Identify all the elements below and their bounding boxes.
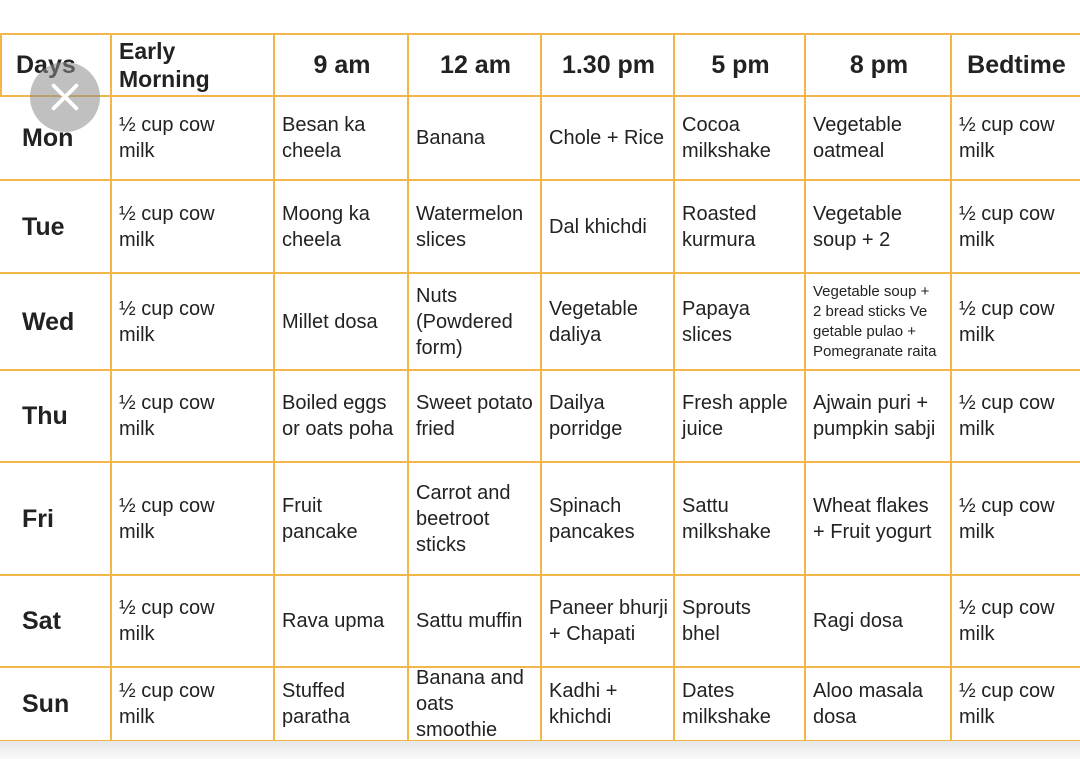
table-cell: Aloo masala dosa [813, 680, 924, 728]
table-cell: Moong ka cheela [282, 202, 370, 251]
column-divider [110, 34, 112, 741]
table-cell: ½ cup cow milk [119, 392, 215, 440]
table-cell: Sattu milkshake [682, 494, 771, 543]
day-label: Thu [22, 402, 68, 430]
table-cell: ½ cup cow milk [119, 202, 215, 251]
close-icon [51, 83, 79, 111]
table-cell: ½ cup cow milk [959, 494, 1055, 543]
column-header: 1.30 pm [561, 51, 656, 79]
table-cell: Rava upma [282, 610, 385, 632]
table-cell: ½ cup cow milk [959, 202, 1055, 251]
table-cell: ½ cup cow milk [959, 392, 1055, 440]
table-cell: Nuts (Powdered form) [416, 284, 513, 359]
table-cell: Vegetable soup + 2 [813, 202, 902, 251]
column-divider [673, 34, 675, 741]
column-divider [540, 34, 542, 741]
day-label: Sat [22, 607, 61, 635]
table-cell: Vegetable soup + 2 bread sticks Ve getab… [813, 282, 937, 360]
table-cell: ½ cup cow milk [119, 297, 215, 346]
column-header: Bedtime [967, 51, 1066, 79]
table-cell: Ajwain puri + pumpkin sabji [813, 392, 936, 440]
day-label: Fri [22, 504, 54, 533]
table-cell: Ragi dosa [813, 610, 904, 632]
table-cell: Boiled eggs or oats poha [282, 392, 394, 440]
table-cell: Wheat flakes + Fruit yogurt [813, 494, 932, 543]
column-header: Early Morning [119, 38, 210, 92]
column-header: 12 am [440, 51, 511, 79]
table-cell: Dailya porridge [549, 392, 623, 440]
table-cell: Banana [416, 127, 485, 149]
column-header: 9 am [313, 51, 371, 79]
table-cell: Carrot and beetroot sticks [416, 481, 511, 556]
table-cell: Vegetable oatmeal [813, 114, 902, 162]
column-divider [950, 34, 952, 741]
table-cell: Fresh apple juice [682, 392, 788, 440]
table-cell: Fruit pancake [282, 494, 358, 543]
day-label: Wed [22, 307, 75, 336]
table-cell: Dates milkshake [682, 680, 771, 728]
table-cell: Spinach pancakes [549, 494, 635, 543]
table-left-border [0, 34, 2, 96]
table-cell: ½ cup cow milk [959, 597, 1055, 645]
page-edge-shadow [0, 741, 1080, 759]
table-cell: Millet dosa [282, 310, 378, 333]
table-cell: ½ cup cow milk [959, 680, 1055, 728]
table-cell: Paneer bhurji + Chapati [549, 597, 668, 645]
table-cell: Roasted kurmura [682, 202, 757, 251]
table-cell: Stuffed paratha [282, 680, 350, 728]
table-cell: Sattu muffin [416, 610, 523, 632]
table-cell: Dal khichdi [549, 215, 647, 238]
table-cell: ½ cup cow milk [119, 494, 215, 543]
table-cell: Chole + Rice [549, 127, 665, 149]
table-cell: ½ cup cow milk [119, 597, 215, 645]
table-cell: ½ cup cow milk [959, 297, 1055, 346]
table-cell: Papaya slices [682, 297, 750, 346]
close-button[interactable] [30, 62, 100, 132]
table-cell: Sprouts bhel [682, 597, 751, 645]
column-header: 8 pm [849, 51, 909, 79]
table-cell: ½ cup cow milk [119, 114, 215, 162]
table-cell: Banana and oats smoothie [416, 667, 524, 741]
table-cell: ½ cup cow milk [119, 680, 215, 728]
column-divider [273, 34, 275, 741]
table-cell: Sweet potato fried [416, 392, 533, 440]
column-divider [804, 34, 806, 741]
diet-chart: Days Early Morning 9 am 12 am 1.30 pm 5 pm 8 p… [0, 0, 1080, 759]
table-cell: Vegetable daliya [549, 297, 638, 346]
table-cell: Kadhi + khichdi [549, 680, 618, 728]
column-header: 5 pm [711, 51, 770, 79]
table-cell: ½ cup cow milk [959, 114, 1055, 162]
table-cell: Cocoa milkshake [682, 114, 771, 162]
table-cell: Watermelon slices [416, 202, 524, 251]
day-label: Tue [22, 212, 65, 241]
day-label: Sun [22, 690, 70, 718]
column-divider [407, 34, 409, 741]
table-cell: Besan ka cheela [282, 114, 366, 162]
